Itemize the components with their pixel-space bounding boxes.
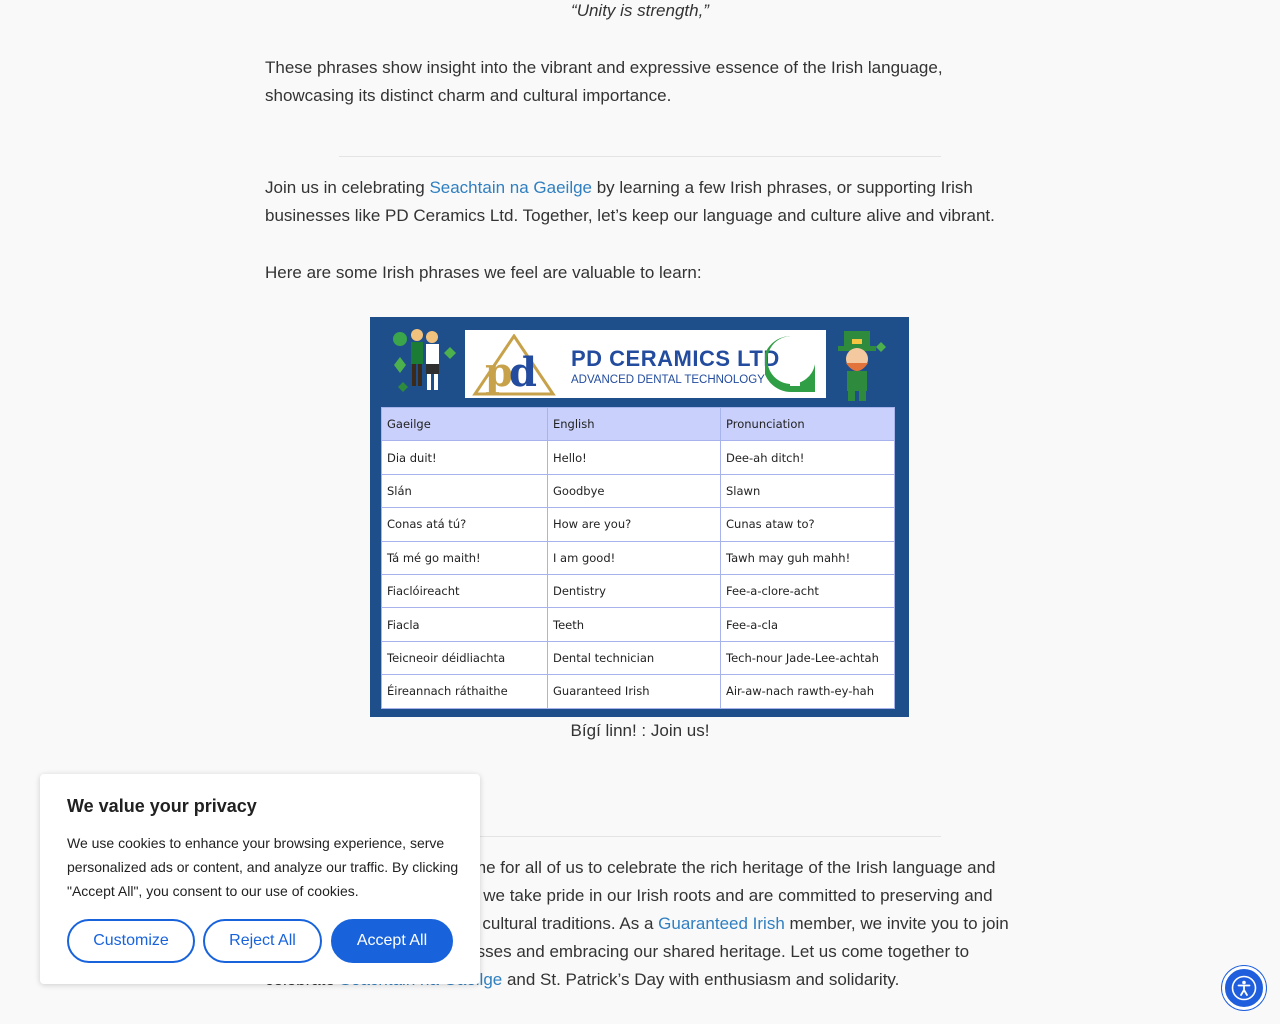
table-row: Éireannach ráthaithe Guaranteed Irish Ai…: [381, 674, 895, 709]
brand-subtitle: ADVANCED DENTAL TECHNOLOGY: [571, 374, 765, 386]
cell-english: Teeth: [547, 607, 721, 642]
table-row: Tá mé go maith! I am good! Tawh may guh …: [381, 540, 895, 575]
accessibility-button[interactable]: [1222, 966, 1266, 1010]
separator: [339, 156, 941, 157]
header-english: English: [547, 406, 721, 442]
table-row: Dia duit! Hello! Dee-ah ditch!: [381, 440, 895, 475]
leprechaun-icon: [838, 331, 886, 401]
cell-pronunciation: Air-aw-nach rawth-ey-hah: [720, 674, 895, 709]
image-caption: Bígí linn! : Join us!: [570, 721, 710, 740]
logo-banner: p d PD CERAMICS LTD ADVANCED DENTAL TECH…: [465, 330, 826, 398]
accessibility-icon: [1231, 975, 1257, 1001]
cell-english: Guaranteed Irish: [547, 674, 721, 709]
cell-english: I am good!: [547, 540, 721, 575]
cell-gaeilge: Teicneoir déidliachta: [381, 640, 548, 676]
phrases-image: p d PD CERAMICS LTD ADVANCED DENTAL TECH…: [370, 317, 909, 717]
table-header-row: Gaeilge English Pronunciation: [381, 406, 895, 442]
cell-english: Dentistry: [547, 573, 721, 609]
paragraph-join-text: Join us in celebrating: [265, 178, 430, 197]
header-gaeilge: Gaeilge: [381, 406, 548, 442]
table-row: Slán Goodbye Slawn: [381, 473, 895, 509]
cell-pronunciation: Tech-nour Jade-Lee-achtah: [720, 640, 895, 676]
paragraph-join: Join us in celebrating Seachtain na Gaei…: [265, 174, 1015, 230]
phrases-table: Gaeilge English Pronunciation Dia duit! …: [381, 406, 895, 709]
dancers-icon: [393, 329, 456, 392]
cell-pronunciation: Dee-ah ditch!: [720, 440, 895, 475]
cell-gaeilge: Fiaclóireacht: [381, 573, 548, 609]
cell-gaeilge: Dia duit!: [381, 440, 548, 475]
cookie-consent-banner: We value your privacy We use cookies to …: [40, 774, 480, 984]
table-row: Fiacla Teeth Fee-a-cla: [381, 607, 895, 642]
cell-gaeilge: Éireannach ráthaithe: [381, 674, 548, 709]
table-row: Teicneoir déidliachta Dental technician …: [381, 640, 895, 676]
svg-text:d: d: [509, 349, 537, 396]
cell-gaeilge: Tá mé go maith!: [381, 540, 548, 575]
guaranteed-irish-logo: [765, 336, 815, 392]
cell-pronunciation: Slawn: [720, 473, 895, 509]
cell-pronunciation: Fee-a-cla: [720, 607, 895, 642]
customize-button[interactable]: Customize: [67, 919, 195, 963]
guaranteed-irish-link[interactable]: Guaranteed Irish: [658, 914, 785, 933]
cell-english: Hello!: [547, 440, 721, 475]
paragraph-intro: These phrases show insight into the vibr…: [265, 58, 943, 105]
pd-ceramics-logo: p d: [472, 334, 556, 396]
accept-all-button[interactable]: Accept All: [331, 919, 453, 963]
header-pronunciation: Pronunciation: [720, 406, 895, 442]
cell-english: Goodbye: [547, 473, 721, 509]
privacy-title: We value your privacy: [67, 796, 257, 816]
privacy-message: We use cookies to enhance your browsing …: [67, 835, 459, 899]
cell-pronunciation: Cunas ataw to?: [720, 507, 895, 542]
cell-english: Dental technician: [547, 640, 721, 676]
table-row: Conas atá tú? How are you? Cunas ataw to…: [381, 507, 895, 542]
cell-pronunciation: Tawh may guh mahh!: [720, 540, 895, 575]
quote: “Unity is strength,”: [571, 1, 709, 20]
brand-name: PD CERAMICS LTD: [571, 346, 780, 371]
cell-gaeilge: Conas atá tú?: [381, 507, 548, 542]
paragraph-phrases: Here are some Irish phrases we feel are …: [265, 263, 702, 282]
cell-gaeilge: Fiacla: [381, 607, 548, 642]
seachtain-link[interactable]: Seachtain na Gaeilge: [429, 178, 592, 197]
paragraph-closing-text-3: and St. Patrick’s Day with enthusiasm an…: [502, 970, 900, 989]
cell-english: How are you?: [547, 507, 721, 542]
table-row: Fiaclóireacht Dentistry Fee-a-clore-acht: [381, 573, 895, 609]
cell-gaeilge: Slán: [381, 473, 548, 509]
reject-all-button[interactable]: Reject All: [203, 919, 322, 963]
cell-pronunciation: Fee-a-clore-acht: [720, 573, 895, 609]
